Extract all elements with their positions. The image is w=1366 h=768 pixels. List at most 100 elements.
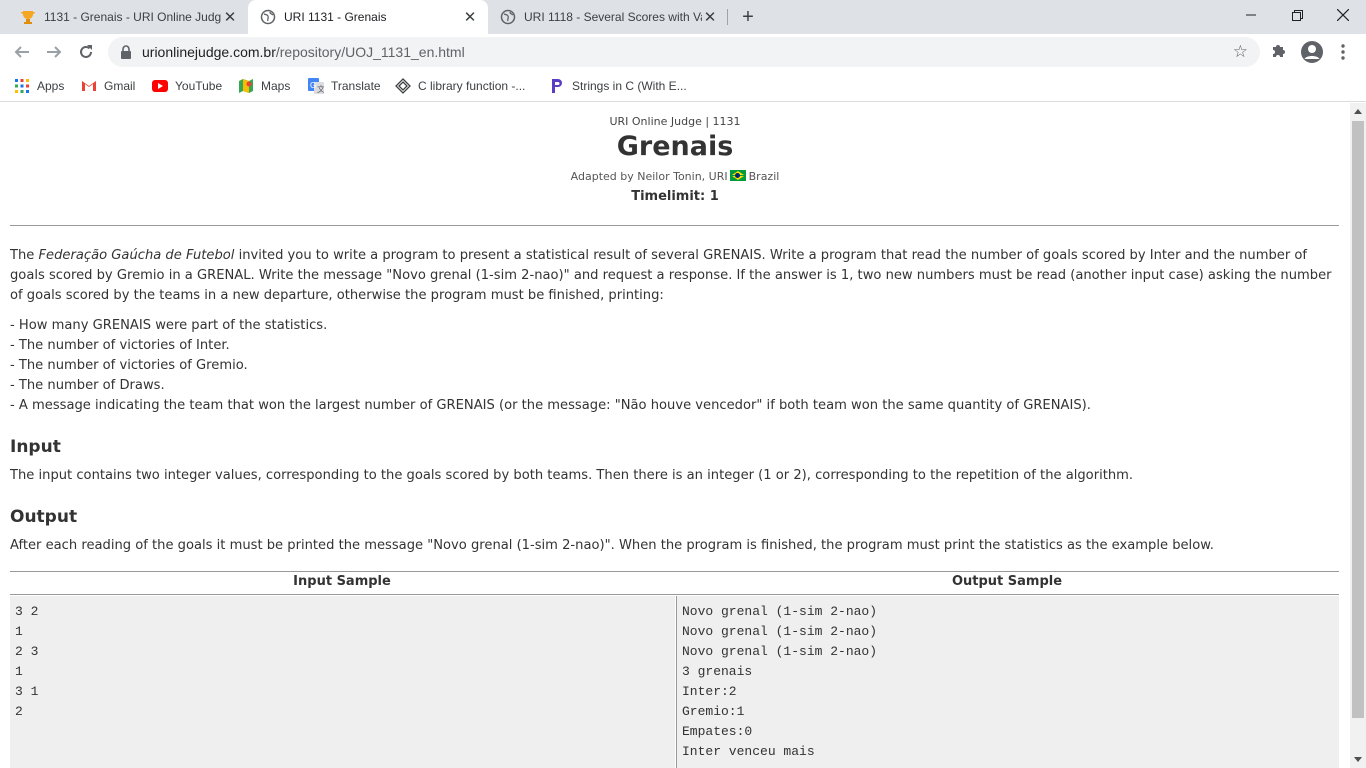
c-library-icon: [395, 78, 411, 94]
sample-line: Gremio:1: [682, 704, 745, 719]
federation-name: Federação Gaúcha de Futebol: [38, 248, 235, 263]
tab-title: URI 1118 - Several Scores with Va: [524, 10, 702, 24]
scroll-down-arrow-icon[interactable]: [1354, 757, 1362, 762]
sample-line: 1: [15, 664, 23, 679]
apps-grid-icon: [14, 78, 30, 94]
input-sample-box[interactable]: 3 2 1 2 3 1 3 1 2: [10, 596, 675, 768]
description-text: The: [10, 248, 39, 263]
bookmark-label: Apps: [37, 79, 65, 93]
bookmark-star-icon[interactable]: ☆: [1233, 42, 1248, 62]
page-title: Grenais: [616, 131, 734, 162]
back-arrow-icon: [14, 46, 29, 58]
url-text[interactable]: urionlinejudge.com.br/repository/UOJ_113…: [142, 44, 465, 60]
bookmark-apps[interactable]: Apps: [14, 76, 64, 96]
output-sample-header: Output Sample: [951, 574, 1063, 589]
bookmark-gmail[interactable]: Gmail: [81, 76, 135, 96]
divider: [10, 225, 1339, 226]
restore-button[interactable]: [1274, 0, 1320, 30]
vertical-scrollbar[interactable]: [1350, 103, 1366, 768]
bookmark-c-library[interactable]: C library function -...: [395, 76, 525, 96]
globe-icon: [500, 9, 516, 25]
new-tab-button[interactable]: +: [736, 5, 760, 29]
bookmark-label: Maps: [261, 79, 291, 93]
browser-toolbar: urionlinejudge.com.br/repository/UOJ_113…: [0, 34, 1366, 70]
sample-line: 1: [15, 624, 23, 639]
samples-table: Input Sample Output Sample 3 2 1 2 3 1 3…: [10, 571, 1339, 768]
input-description: The input contains two integer values, c…: [10, 468, 1134, 483]
author-text: Adapted by Neilor Tonin, URI: [570, 170, 728, 183]
bookmark-strings-in-c[interactable]: Strings in C (With E...: [549, 76, 687, 96]
address-bar[interactable]: urionlinejudge.com.br/repository/UOJ_113…: [108, 37, 1260, 67]
tab-uri-online-judge[interactable]: 1131 - Grenais - URI Online Judg ✕: [8, 0, 248, 34]
extensions-puzzle-icon[interactable]: [1271, 42, 1288, 64]
input-heading: Input: [10, 437, 61, 457]
timelimit: Timelimit: 1: [631, 189, 719, 204]
scrollbar-thumb[interactable]: [1352, 121, 1364, 718]
url-host: urionlinejudge.com.br: [142, 44, 276, 60]
country-text: Brazil: [748, 170, 780, 183]
menu-kebab-icon[interactable]: [1340, 43, 1346, 66]
profile-avatar-icon[interactable]: [1300, 40, 1324, 69]
sample-line: 3 1: [15, 684, 39, 699]
requirements-list: - How many GRENAIS were part of the stat…: [10, 316, 1340, 416]
close-tab-icon[interactable]: ✕: [462, 9, 478, 26]
sample-line: 3 grenais: [682, 664, 753, 679]
brazil-flag-icon: [729, 170, 746, 181]
tab-uri-1118[interactable]: URI 1118 - Several Scores with Va ✕: [488, 0, 728, 34]
reload-icon: [80, 45, 92, 58]
sample-line: 2 3: [15, 644, 39, 659]
table-border: [10, 571, 1339, 572]
bookmarks-bar: Apps Gmail YouTube Maps G文 Translate C l…: [0, 70, 1366, 102]
gmail-icon: [81, 78, 97, 94]
bookmark-translate[interactable]: G文 Translate: [308, 76, 381, 96]
bookmark-label: Strings in C (With E...: [572, 79, 687, 93]
close-tab-icon[interactable]: ✕: [222, 9, 238, 26]
maps-icon: [238, 78, 254, 94]
reload-button[interactable]: [72, 38, 100, 66]
output-sample-box[interactable]: Novo grenal (1-sim 2-nao) Novo grenal (1…: [676, 596, 1339, 768]
bookmark-label: Gmail: [104, 79, 136, 93]
forward-arrow-icon: [47, 46, 62, 58]
sample-line: 2: [15, 704, 23, 719]
input-sample-header: Input Sample: [293, 574, 391, 589]
tab-uri-1131[interactable]: URI 1131 - Grenais ✕: [248, 0, 488, 34]
url-path: /repository/UOJ_1131_en.html: [275, 44, 465, 60]
problem-description: The Federação Gaúcha de Futebol invited …: [10, 246, 1340, 306]
sample-line: Novo grenal (1-sim 2-nao): [682, 604, 878, 619]
tab-strip: 1131 - Grenais - URI Online Judg ✕ URI 1…: [0, 0, 1366, 34]
output-heading: Output: [10, 507, 78, 527]
scroll-up-arrow-icon[interactable]: [1354, 109, 1362, 114]
sample-line: Novo grenal (1-sim 2-nao): [682, 624, 878, 639]
back-button[interactable]: [8, 38, 36, 66]
tab-title: 1131 - Grenais - URI Online Judg: [44, 10, 222, 24]
svg-text:文: 文: [317, 84, 324, 94]
close-window-button[interactable]: [1320, 0, 1366, 30]
list-item: - The number of victories of Inter.: [10, 338, 230, 353]
bookmark-label: Translate: [331, 79, 381, 93]
close-tab-icon[interactable]: ✕: [702, 9, 718, 26]
list-item: - A message indicating the team that won…: [10, 398, 1091, 413]
sample-line: 3 2: [15, 604, 39, 619]
lock-icon[interactable]: [120, 45, 132, 64]
forward-button[interactable]: [40, 38, 68, 66]
youtube-icon: [152, 78, 168, 94]
minimize-button[interactable]: [1228, 0, 1274, 30]
sample-line: Novo grenal (1-sim 2-nao): [682, 644, 878, 659]
table-border: [10, 594, 1339, 595]
sample-line: Inter venceu mais: [682, 744, 815, 759]
bookmark-maps[interactable]: Maps: [238, 76, 290, 96]
page-content: URI Online Judge | 1131 Grenais Adapted …: [0, 103, 1350, 768]
svg-text:G: G: [310, 81, 316, 90]
tab-title: URI 1131 - Grenais: [284, 10, 387, 24]
sample-line: Inter:2: [682, 684, 737, 699]
uri-trophy-icon: [20, 9, 36, 25]
author-line: Adapted by Neilor Tonin, URI Brazil: [0, 170, 1350, 183]
list-item: - The number of Draws.: [10, 378, 165, 393]
bookmark-youtube[interactable]: YouTube: [152, 76, 222, 96]
breadcrumb: URI Online Judge | 1131: [609, 115, 741, 128]
translate-icon: G文: [308, 78, 324, 94]
list-item: - The number of victories of Gremio.: [10, 358, 248, 373]
sample-line: Empates:0: [682, 724, 753, 739]
bookmark-label: C library function -...: [418, 79, 526, 93]
tab-separator: [727, 9, 728, 25]
